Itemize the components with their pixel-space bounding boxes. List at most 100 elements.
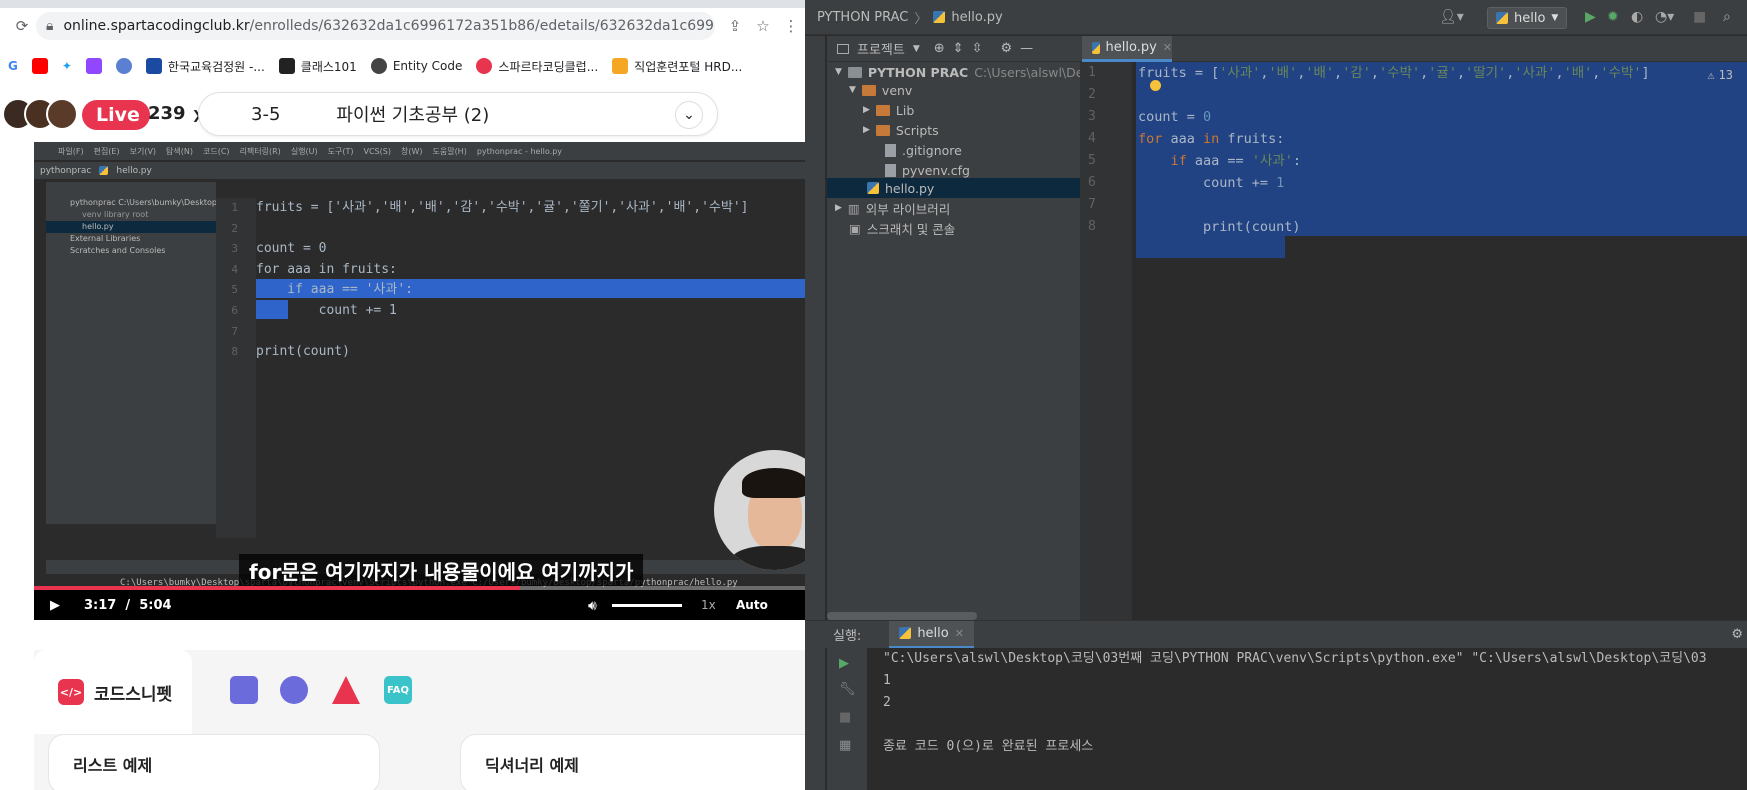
gear-icon[interactable]: ⚙ bbox=[1731, 627, 1743, 642]
video-line-number: 3 bbox=[231, 242, 238, 256]
video-menu-item: VCS(S) bbox=[363, 146, 391, 156]
reload-icon[interactable]: ⟳ bbox=[8, 12, 36, 40]
bookmark-item-5[interactable]: 직업훈련포털 HRD... bbox=[612, 58, 742, 75]
breadcrumb-file[interactable]: hello.py bbox=[951, 10, 1002, 25]
video-code-line bbox=[256, 322, 805, 343]
bookmark-favicon-icon bbox=[370, 58, 387, 74]
faq-icon[interactable]: FAQ bbox=[384, 676, 412, 704]
volume-icon[interactable]: 🔊︎ bbox=[588, 598, 597, 614]
rerun-icon[interactable]: ▶ bbox=[839, 656, 849, 671]
locate-icon[interactable]: ⊕ bbox=[934, 41, 945, 56]
tree-venv[interactable]: ▼ venv bbox=[849, 80, 912, 100]
run-config-selector[interactable]: hello ▼ bbox=[1487, 7, 1567, 29]
live-badge[interactable]: Live bbox=[82, 100, 150, 130]
volume-slider[interactable] bbox=[612, 604, 682, 607]
bookmark-item-4[interactable]: 스파르타코딩클럽... bbox=[476, 58, 598, 75]
live-viewer-count[interactable]: 239 ❯ bbox=[148, 103, 202, 124]
tree-gitignore[interactable]: .gitignore bbox=[885, 140, 962, 160]
layout-icon[interactable]: ▦ bbox=[839, 738, 851, 753]
google-icon: G bbox=[8, 59, 18, 73]
extension-icon[interactable]: ⋮ bbox=[777, 12, 805, 40]
tab-code-snippet[interactable]: </> 코드스니펫 bbox=[34, 650, 192, 734]
line-number: 6 bbox=[1088, 175, 1096, 190]
close-icon[interactable]: ✕ bbox=[955, 627, 964, 640]
video-subtitle: for문은 여기까지가 내용물이에요 여기까지가 bbox=[239, 554, 644, 586]
playback-speed[interactable]: 1x bbox=[701, 598, 716, 612]
left-tool-strip[interactable] bbox=[805, 36, 826, 790]
run-icon[interactable]: ▶ bbox=[1585, 9, 1596, 25]
card-list-example[interactable]: 리스트 예제 bbox=[48, 734, 380, 790]
gear-icon[interactable]: ⚙ bbox=[1000, 41, 1012, 56]
tab-strip[interactable] bbox=[0, 0, 805, 8]
inspection-widget[interactable]: ⚠ 13 bbox=[1707, 68, 1733, 82]
chevron-down-icon[interactable]: ▼ bbox=[913, 44, 920, 54]
breadcrumb-project[interactable]: PYTHON PRAC bbox=[817, 10, 908, 25]
expand-all-icon[interactable]: ⇕ bbox=[953, 41, 964, 56]
video-tree-item: venv library root bbox=[82, 210, 149, 219]
tree-scratches[interactable]: ▣ 스크래치 및 콘솔 bbox=[849, 218, 955, 238]
code-line-8: print(count) bbox=[1138, 219, 1301, 235]
share-icon[interactable]: ⇪ bbox=[721, 12, 749, 40]
address-bar[interactable]: 🔒︎ online.spartacodingclub.kr/enrolleds/… bbox=[36, 12, 715, 40]
video-line-number: 4 bbox=[231, 262, 238, 276]
user-icon[interactable]: 👤︎▾ bbox=[1439, 9, 1464, 25]
run-console[interactable]: "C:\Users\alswl\Desktop\코딩\03번째 코딩\PYTHO… bbox=[867, 648, 1747, 790]
tree-pyvenv[interactable]: pyvenv.cfg bbox=[885, 160, 970, 180]
video-player[interactable]: 파일(F) 편집(E) 보기(V) 탐색(N) 코드(C) 리팩터링(R) 실행(U) 도구(… bbox=[34, 142, 805, 620]
bookmark-item-3[interactable]: Entity Code bbox=[370, 58, 462, 74]
stop-icon[interactable]: ■ bbox=[1693, 9, 1706, 25]
bookmark-twitter[interactable]: ✦ bbox=[62, 59, 72, 73]
lesson-selector[interactable]: 3-5 파이썬 기초공부 (2) ⌄ bbox=[198, 92, 718, 136]
coverage-icon[interactable]: ◐ bbox=[1631, 9, 1643, 25]
tree-root[interactable]: ▼ PYTHON PRAC C:\Users\alswl\Desk bbox=[835, 62, 1097, 82]
card-dict-example[interactable]: 딕셔너리 예제 bbox=[460, 734, 805, 790]
profile-icon[interactable]: ◔▾ bbox=[1655, 9, 1674, 25]
lightbulb-icon[interactable] bbox=[1150, 80, 1161, 91]
line-number: 1 bbox=[1088, 65, 1096, 80]
minimize-icon[interactable]: — bbox=[1020, 41, 1033, 56]
warning-icon[interactable] bbox=[332, 676, 360, 704]
run-tab-hello[interactable]: hello ✕ bbox=[889, 620, 974, 649]
bookmark-google[interactable]: G bbox=[8, 59, 18, 73]
python-file-icon bbox=[1092, 41, 1100, 54]
bookmark-youtube[interactable] bbox=[31, 58, 48, 74]
tree-scripts[interactable]: ▶ Scripts bbox=[863, 120, 939, 140]
video-line-number: 8 bbox=[231, 345, 238, 359]
video-tree-item: hello.py bbox=[82, 222, 114, 231]
video-code-line: for aaa in fruits: bbox=[256, 261, 397, 277]
bookmark-twitch[interactable] bbox=[85, 58, 102, 74]
chevron-down-icon[interactable]: ⌄ bbox=[675, 101, 703, 129]
search-icon[interactable]: ⌕ bbox=[1723, 9, 1731, 25]
bookmark-item-2[interactable]: 클래스101 bbox=[278, 58, 357, 75]
play-icon[interactable]: ▶ bbox=[50, 598, 60, 613]
tab-hello-py[interactable]: hello.py ✕ bbox=[1082, 36, 1172, 62]
bookmark-star-icon[interactable]: ☆ bbox=[749, 12, 777, 40]
console-line: "C:\Users\alswl\Desktop\코딩\03번째 코딩\PYTHO… bbox=[883, 651, 1707, 666]
bookmark-item-1[interactable]: 한국교육검정원 -... bbox=[145, 58, 265, 75]
code-icon: </> bbox=[58, 679, 84, 705]
collapse-all-icon[interactable]: ⇳ bbox=[972, 41, 983, 56]
tree-lib[interactable]: ▶ Lib bbox=[863, 100, 914, 120]
browser-window: ⟳ 🔒︎ online.spartacodingclub.kr/enrolled… bbox=[0, 0, 805, 790]
tree-external-libs[interactable]: ▶ ▥ 외부 라이브러리 bbox=[835, 198, 950, 218]
tree-hello[interactable]: hello.py bbox=[867, 178, 934, 198]
python-file-icon bbox=[1496, 12, 1508, 24]
code-editor[interactable]: fruits = ['사과','배','배','감','수박','귤','딸기'… bbox=[1132, 62, 1747, 620]
chevron-down-icon: ▼ bbox=[835, 67, 842, 77]
bookmark-misc[interactable] bbox=[115, 58, 132, 74]
code-line-3: count = 0 bbox=[1138, 109, 1212, 125]
wrench-icon[interactable]: 🔧︎ bbox=[839, 682, 856, 697]
video-quality[interactable]: Auto bbox=[736, 598, 768, 612]
debug-icon[interactable]: ✹ bbox=[1607, 9, 1619, 25]
horizontal-scrollbar[interactable] bbox=[827, 612, 977, 620]
stop-icon[interactable]: ■ bbox=[839, 710, 851, 725]
video-menu-item: 코드(C) bbox=[203, 146, 230, 156]
close-icon[interactable]: ✕ bbox=[1163, 41, 1172, 54]
folder-icon bbox=[847, 66, 862, 78]
project-panel-label[interactable]: 프로젝트 bbox=[857, 39, 905, 58]
chat-icon[interactable] bbox=[280, 676, 308, 704]
python-file-icon bbox=[867, 182, 879, 194]
checklist-icon[interactable] bbox=[230, 676, 258, 704]
line-number: 2 bbox=[1088, 87, 1096, 102]
